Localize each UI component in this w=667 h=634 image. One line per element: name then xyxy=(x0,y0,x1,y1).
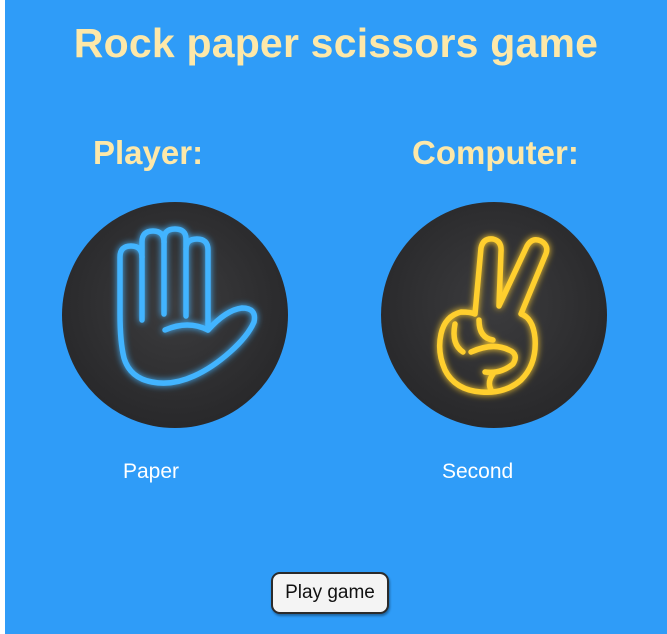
computer-choice-label: Second xyxy=(442,460,514,483)
player-choice-label: Paper xyxy=(123,460,180,483)
scissors-hand-icon xyxy=(381,202,607,428)
game-screen: Rock paper scissors game Player: Compute… xyxy=(5,0,667,634)
paper-hand-icon xyxy=(62,202,288,428)
play-game-button[interactable]: Play game xyxy=(271,572,389,614)
player-heading: Player: xyxy=(93,134,204,171)
page-title: Rock paper scissors game xyxy=(73,20,599,66)
computer-heading: Computer: xyxy=(412,134,579,171)
